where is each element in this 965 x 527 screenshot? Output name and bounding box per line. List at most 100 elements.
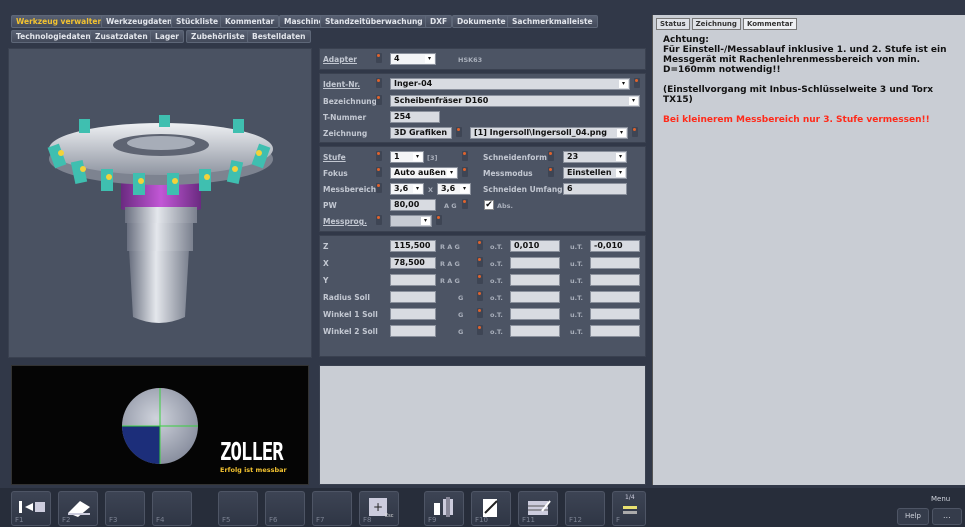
adapter-label: Adapter (323, 55, 357, 64)
tab-werkzeugdaten[interactable]: Werkzeugdaten (101, 15, 178, 28)
tab-zubehoerliste[interactable]: Zubehörliste (186, 30, 250, 43)
f6-button[interactable]: F6 (265, 491, 305, 526)
schneidenform-select[interactable]: 23 ▾ (563, 151, 627, 163)
measure-row-marker (477, 257, 483, 267)
f4-button[interactable]: F4 (152, 491, 192, 526)
tab-zusatzdaten[interactable]: Zusatzdaten (90, 30, 153, 43)
tab-status[interactable]: Status (656, 18, 690, 30)
measure-row-ot-label: o.T. (490, 277, 503, 285)
abs-checkbox[interactable]: ✔ (484, 200, 494, 210)
measure-row-ot-label: o.T. (490, 260, 503, 268)
zeichnung-select[interactable]: 3D Grafiken (390, 127, 452, 139)
more-button[interactable]: ... (932, 508, 962, 525)
messbereich-select-1[interactable]: 3,6 ▾ (390, 183, 424, 195)
f-page-button[interactable]: 1/4 F (612, 491, 646, 526)
schneiden-umfang-field[interactable]: 6 (563, 183, 627, 195)
chevron-down-icon: ▾ (617, 129, 626, 137)
f7-button[interactable]: F7 (312, 491, 352, 526)
logo-slogan: Erfolg ist messbar (220, 466, 287, 474)
zeichnung-file-value: [1] Ingersoll\Ingersoll_04.png (474, 128, 607, 137)
measure-row-label: Winkel 1 Soll (323, 310, 378, 319)
messmodus-select[interactable]: Einstellen ▾ (563, 167, 627, 179)
ident-marker-2 (634, 78, 640, 88)
tool-image-panel (8, 48, 312, 358)
measure-row-marker (477, 291, 483, 301)
tab-zeichnung[interactable]: Zeichnung (691, 18, 741, 30)
help-button[interactable]: Help (897, 508, 929, 525)
schneiden-umfang-label: Schneiden Umfang (483, 185, 563, 194)
page-indicator: 1/4 (625, 494, 635, 501)
measure-row-ut-field[interactable] (590, 257, 640, 269)
tab-dokumente[interactable]: Dokumente (452, 15, 511, 28)
f9-button[interactable]: F9 (424, 491, 464, 526)
measure-row-ot-field[interactable]: 0,010 (510, 240, 560, 252)
ident-marker (376, 78, 382, 88)
measure-row-ut-field[interactable] (590, 308, 640, 320)
tab-kommentar-right[interactable]: Kommentar (742, 18, 797, 30)
f2-label: F2 (62, 516, 71, 524)
measure-row-value[interactable]: 78,500 (390, 257, 436, 269)
tab-standzeitueberwachung[interactable]: Standzeitüberwachung (320, 15, 428, 28)
tab-stueckliste[interactable]: Stückliste (171, 15, 224, 28)
fokus-select[interactable]: Auto außen ▾ (390, 167, 458, 179)
f1-button[interactable]: F1 (11, 491, 51, 526)
menu-button[interactable]: Menu (931, 495, 950, 503)
f8-button[interactable]: + F8 Esc (359, 491, 399, 526)
measure-row-value[interactable] (390, 274, 436, 286)
pw-field[interactable]: 80,00 (390, 199, 436, 211)
f2-button[interactable]: F2 (58, 491, 98, 526)
messprog-marker (376, 215, 382, 225)
tab-kommentar[interactable]: Kommentar (220, 15, 280, 28)
messprog-select[interactable]: ▾ (390, 215, 432, 227)
zeichnung-file-field[interactable]: [1] Ingersoll\Ingersoll_04.png ▾ (470, 127, 628, 139)
measure-row-value[interactable]: 115,500 (390, 240, 436, 252)
bezeichnung-field[interactable]: Scheibenfräser D160 ▾ (390, 95, 640, 107)
tab-werkzeug-verwalten[interactable]: Werkzeug verwalten (11, 15, 108, 28)
measure-row-ot-field[interactable] (510, 325, 560, 337)
measure-row-ut-field[interactable]: -0,010 (590, 240, 640, 252)
f11-label: F11 (522, 516, 535, 524)
f11-button[interactable]: F11 (518, 491, 558, 526)
tab-sachmerkmalleiste[interactable]: Sachmerkmalleiste (507, 15, 598, 28)
stufe-select[interactable]: 1 ▾ (390, 151, 424, 163)
f5-button[interactable]: F5 (218, 491, 258, 526)
tnummer-field[interactable]: 254 (390, 111, 440, 123)
fokus-marker (376, 167, 382, 177)
stufe-total: [3] (427, 154, 438, 162)
measure-row-value[interactable] (390, 325, 436, 337)
measure-row-ut-field[interactable] (590, 291, 640, 303)
comment-warning: Bei kleinerem Messbereich nur 3. Stufe v… (663, 115, 930, 125)
tab-dxf[interactable]: DXF (425, 15, 453, 28)
tab-technologiedaten[interactable]: Technologiedaten (11, 30, 96, 43)
measure-row-ot-field[interactable] (510, 308, 560, 320)
tab-lager[interactable]: Lager (150, 30, 184, 43)
adapter-marker (376, 53, 382, 63)
f1-label: F1 (15, 516, 24, 524)
measure-row-ot-field[interactable] (510, 291, 560, 303)
zeichnung-value: 3D Grafiken (394, 128, 448, 137)
measure-row-ot-field[interactable] (510, 257, 560, 269)
measure-row-value[interactable] (390, 291, 436, 303)
f3-button[interactable]: F3 (105, 491, 145, 526)
measure-row-label: Y (323, 276, 329, 285)
f12-button[interactable]: F12 (565, 491, 605, 526)
measure-row-ut-field[interactable] (590, 274, 640, 286)
f3-label: F3 (109, 516, 118, 524)
measure-row-marker (477, 325, 483, 335)
tab-bestelldaten[interactable]: Bestelldaten (247, 30, 311, 43)
measure-row-ot-field[interactable] (510, 274, 560, 286)
measure-row-value[interactable] (390, 308, 436, 320)
messmodus-marker-2 (548, 167, 554, 177)
measure-row-ut-field[interactable] (590, 325, 640, 337)
ident-field[interactable]: Inger-04 ▾ (390, 78, 630, 90)
schneidenform-marker (462, 151, 468, 161)
measure-row-ut-label: u.T. (570, 243, 584, 251)
messbereich-select-2[interactable]: 3,6 ▾ (437, 183, 471, 195)
measure-row-ut-label: u.T. (570, 260, 584, 268)
f10-button[interactable]: F10 (471, 491, 511, 526)
adapter-select[interactable]: 4 ▾ (390, 53, 436, 65)
comment-body: Achtung: Für Einstell-/Messablauf inklus… (663, 35, 961, 125)
ident-label: Ident-Nr. (323, 80, 361, 89)
f10-label: F10 (475, 516, 488, 524)
f6-label: F6 (269, 516, 278, 524)
